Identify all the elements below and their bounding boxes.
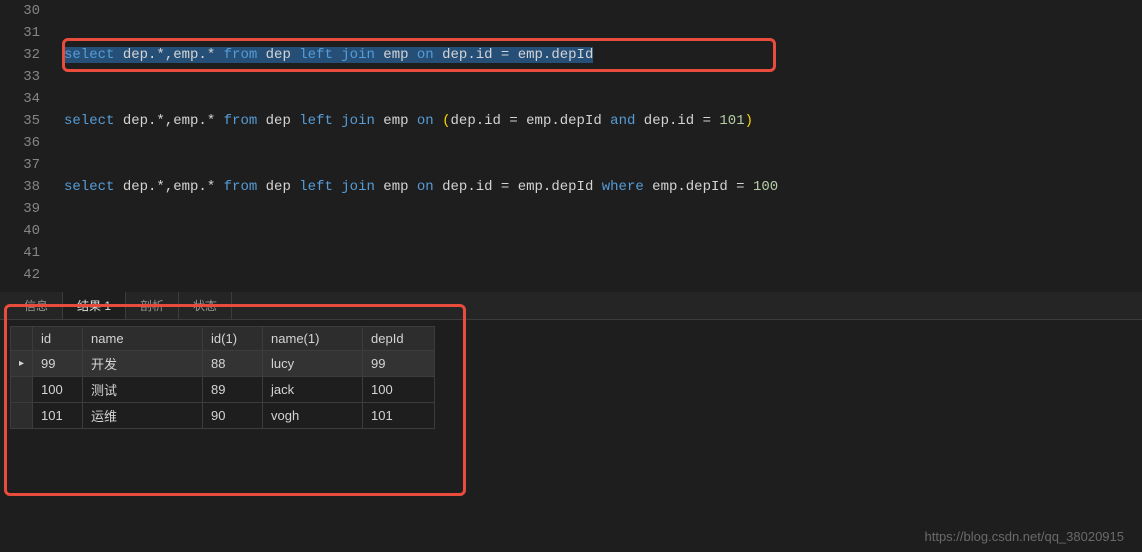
line-number: 39 bbox=[0, 198, 56, 220]
code-content[interactable]: select dep.*,emp.* from dep left join em… bbox=[56, 176, 1142, 198]
code-line[interactable]: 39 bbox=[0, 198, 1142, 220]
code-line[interactable]: 33 bbox=[0, 66, 1142, 88]
code-line[interactable]: 36 bbox=[0, 132, 1142, 154]
cell[interactable]: 90 bbox=[203, 403, 263, 429]
result-panel: idnameid(1)name(1)depId▸99开发88lucy99100测… bbox=[0, 320, 1142, 435]
cell[interactable]: 100 bbox=[363, 377, 435, 403]
cell[interactable]: 开发 bbox=[83, 351, 203, 377]
code-line[interactable]: 42 bbox=[0, 264, 1142, 276]
column-header[interactable]: depId bbox=[363, 327, 435, 351]
cell[interactable]: vogh bbox=[263, 403, 363, 429]
line-number: 34 bbox=[0, 88, 56, 110]
cell[interactable]: 88 bbox=[203, 351, 263, 377]
line-number: 33 bbox=[0, 66, 56, 88]
tab[interactable]: 信息 bbox=[10, 292, 63, 319]
result-tabs: 信息结果 1剖析状态 bbox=[0, 292, 1142, 320]
code-content[interactable] bbox=[56, 66, 1142, 88]
cell[interactable]: 99 bbox=[33, 351, 83, 377]
line-number: 38 bbox=[0, 176, 56, 198]
row-indicator bbox=[11, 377, 33, 403]
column-header[interactable]: id(1) bbox=[203, 327, 263, 351]
cell[interactable]: lucy bbox=[263, 351, 363, 377]
table-row[interactable]: 101运维90vogh101 bbox=[11, 403, 435, 429]
line-number: 32 bbox=[0, 44, 56, 66]
code-content[interactable] bbox=[56, 22, 1142, 44]
code-content[interactable] bbox=[56, 264, 1142, 276]
row-indicator bbox=[11, 403, 33, 429]
code-content[interactable] bbox=[56, 220, 1142, 242]
row-indicator: ▸ bbox=[11, 351, 33, 377]
result-table[interactable]: idnameid(1)name(1)depId▸99开发88lucy99100测… bbox=[10, 326, 435, 429]
code-line[interactable]: 31 bbox=[0, 22, 1142, 44]
cell[interactable]: 测试 bbox=[83, 377, 203, 403]
code-line[interactable]: 32select dep.*,emp.* from dep left join … bbox=[0, 44, 1142, 66]
tab[interactable]: 结果 1 bbox=[63, 292, 126, 319]
code-content[interactable] bbox=[56, 0, 1142, 22]
code-content[interactable] bbox=[56, 88, 1142, 110]
line-number: 30 bbox=[0, 0, 56, 22]
column-header[interactable]: name(1) bbox=[263, 327, 363, 351]
code-line[interactable]: 41 bbox=[0, 242, 1142, 264]
line-number: 41 bbox=[0, 242, 56, 264]
table-row[interactable]: ▸99开发88lucy99 bbox=[11, 351, 435, 377]
code-line[interactable]: 30 bbox=[0, 0, 1142, 22]
cell[interactable]: 100 bbox=[33, 377, 83, 403]
code-content[interactable] bbox=[56, 154, 1142, 176]
code-content[interactable]: select dep.*,emp.* from dep left join em… bbox=[56, 44, 1142, 66]
line-number: 35 bbox=[0, 110, 56, 132]
code-line[interactable]: 38select dep.*,emp.* from dep left join … bbox=[0, 176, 1142, 198]
tab[interactable]: 状态 bbox=[179, 292, 232, 319]
code-editor[interactable]: 303132select dep.*,emp.* from dep left j… bbox=[0, 0, 1142, 276]
cell[interactable]: 运维 bbox=[83, 403, 203, 429]
line-number: 36 bbox=[0, 132, 56, 154]
line-number: 31 bbox=[0, 22, 56, 44]
code-content[interactable] bbox=[56, 198, 1142, 220]
column-header[interactable]: id bbox=[33, 327, 83, 351]
line-number: 40 bbox=[0, 220, 56, 242]
cell[interactable]: 99 bbox=[363, 351, 435, 377]
cell[interactable]: jack bbox=[263, 377, 363, 403]
code-line[interactable]: 37 bbox=[0, 154, 1142, 176]
line-number: 37 bbox=[0, 154, 56, 176]
row-indicator-header bbox=[11, 327, 33, 351]
code-line[interactable]: 40 bbox=[0, 220, 1142, 242]
code-content[interactable]: select dep.*,emp.* from dep left join em… bbox=[56, 110, 1142, 132]
column-header[interactable]: name bbox=[83, 327, 203, 351]
cell[interactable]: 101 bbox=[363, 403, 435, 429]
table-row[interactable]: 100测试89jack100 bbox=[11, 377, 435, 403]
line-number: 42 bbox=[0, 264, 56, 276]
tab[interactable]: 剖析 bbox=[126, 292, 179, 319]
code-line[interactable]: 34 bbox=[0, 88, 1142, 110]
code-content[interactable] bbox=[56, 242, 1142, 264]
cell[interactable]: 101 bbox=[33, 403, 83, 429]
code-content[interactable] bbox=[56, 132, 1142, 154]
cell[interactable]: 89 bbox=[203, 377, 263, 403]
code-line[interactable]: 35select dep.*,emp.* from dep left join … bbox=[0, 110, 1142, 132]
watermark: https://blog.csdn.net/qq_38020915 bbox=[925, 529, 1125, 544]
